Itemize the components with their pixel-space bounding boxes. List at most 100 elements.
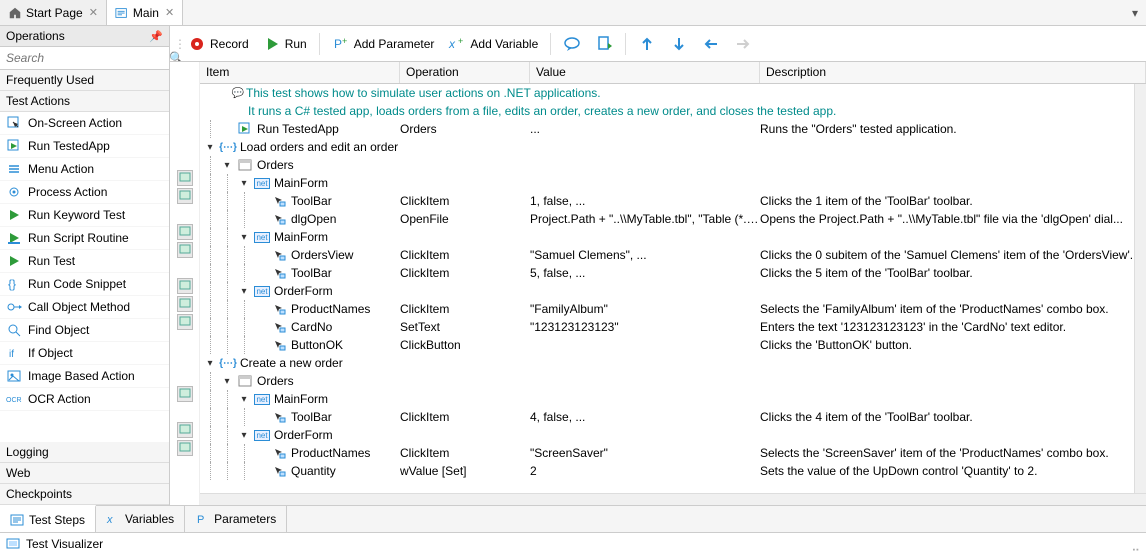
visualizer-thumbnail-icon[interactable] [177, 422, 193, 438]
collapse-icon[interactable]: ▾ [204, 142, 216, 153]
variables-icon: x [106, 512, 120, 526]
grid-row[interactable]: dlgOpenOpenFileProject.Path + "..\\MyTab… [200, 210, 1146, 228]
grid-row[interactable]: ProductNamesClickItem"ScreenSaver"Select… [200, 444, 1146, 462]
visualizer-thumbnail-icon[interactable] [177, 314, 193, 330]
comment-button[interactable] [557, 31, 587, 57]
grid-row[interactable]: ToolBarClickItem4, false, ...Clicks the … [200, 408, 1146, 426]
if-icon: if [6, 345, 22, 361]
visualizer-thumbnail-icon[interactable] [177, 296, 193, 312]
grid-row[interactable]: ▾netOrderForm [200, 426, 1146, 444]
run-button[interactable]: Run [257, 31, 313, 57]
operations-header: Operations 📌 [0, 26, 169, 47]
copy-doc-button[interactable] [589, 31, 619, 57]
tab-parameters[interactable]: P Parameters [185, 506, 287, 532]
operation-cell: Orders [400, 122, 530, 136]
close-icon[interactable]: ✕ [89, 6, 98, 19]
grid-row[interactable]: ▾netMainForm [200, 174, 1146, 192]
tab-variables[interactable]: x Variables [96, 506, 185, 532]
collapse-icon[interactable]: ▾ [221, 160, 233, 171]
grid-row[interactable]: QuantitywValue [Set]2Sets the value of t… [200, 462, 1146, 480]
grid-row[interactable]: ToolBarClickItem1, false, ...Clicks the … [200, 192, 1146, 210]
tabs-dropdown-icon[interactable]: ▾ [1124, 0, 1146, 25]
action-image-based-action[interactable]: Image Based Action [0, 365, 169, 388]
grid-row[interactable]: ProductNamesClickItem"FamilyAlbum"Select… [200, 300, 1146, 318]
visualizer-thumbnail-icon[interactable] [177, 170, 193, 186]
move-down-button[interactable] [664, 31, 694, 57]
window-icon [237, 158, 253, 172]
record-button[interactable]: Record [182, 31, 255, 57]
add-variable-button[interactable]: x+ Add Variable [442, 31, 544, 57]
grid-row[interactable]: ▾netMainForm [200, 390, 1146, 408]
category-logging[interactable]: Logging [0, 442, 169, 463]
operations-panel: Operations 📌 🔍 Frequently Used Test Acti… [0, 26, 170, 505]
action-process-action[interactable]: Process Action [0, 181, 169, 204]
item-label: ToolBar [291, 194, 332, 208]
action-find-object[interactable]: Find Object [0, 319, 169, 342]
action-on-screen-action[interactable]: On-Screen Action [0, 112, 169, 135]
grid-row[interactable]: ToolBarClickItem5, false, ...Clicks the … [200, 264, 1146, 282]
category-frequently-used[interactable]: Frequently Used [0, 70, 169, 91]
grid-row[interactable]: Run TestedAppOrders...Runs the "Orders" … [200, 120, 1146, 138]
search-input[interactable] [4, 49, 165, 67]
visualizer-thumbnail-icon[interactable] [177, 242, 193, 258]
category-checkpoints[interactable]: Checkpoints [0, 484, 169, 505]
grid-row[interactable]: ▾{⋯}Create a new order [200, 354, 1146, 372]
collapse-icon[interactable]: ▾ [221, 376, 233, 387]
column-description[interactable]: Description [760, 62, 1146, 83]
grid-row[interactable]: ▾Orders [200, 156, 1146, 174]
visualizer-thumbnail-icon[interactable] [177, 278, 193, 294]
grid-row[interactable]: ▾netMainForm [200, 228, 1146, 246]
tab-main[interactable]: Main ✕ [107, 0, 183, 25]
collapse-icon[interactable]: ▾ [238, 178, 250, 189]
column-operation[interactable]: Operation [400, 62, 530, 83]
column-value[interactable]: Value [530, 62, 760, 83]
item-label: Orders [257, 374, 294, 388]
action-menu-action[interactable]: Menu Action [0, 158, 169, 181]
grid-row[interactable]: ▾ Orders [200, 372, 1146, 390]
action-label: Run Test [28, 254, 75, 268]
grid-row[interactable]: ▾{⋯}Load orders and edit an order [200, 138, 1146, 156]
action-run-keyword-test[interactable]: Run Keyword Test [0, 204, 169, 227]
action-call-object-method[interactable]: Call Object Method [0, 296, 169, 319]
action-run-code-snippet[interactable]: {}Run Code Snippet [0, 273, 169, 296]
description-cell: Clicks the 'ButtonOK' button. [760, 338, 1146, 352]
image-icon [6, 368, 22, 384]
collapse-icon[interactable]: ▾ [238, 394, 250, 405]
grid-row[interactable]: OrdersViewClickItem"Samuel Clemens", ...… [200, 246, 1146, 264]
tab-start-page[interactable]: Start Page ✕ [0, 0, 107, 25]
tab-test-steps[interactable]: Test Steps [0, 505, 96, 532]
pin-icon[interactable]: 📌 [149, 30, 163, 43]
cursor-s-icon [271, 410, 287, 424]
collapse-icon[interactable]: ▾ [238, 286, 250, 297]
action-if-object[interactable]: ifIf Object [0, 342, 169, 365]
action-run-testedapp[interactable]: Run TestedApp [0, 135, 169, 158]
vertical-scrollbar[interactable] [1134, 84, 1146, 493]
visualizer-thumbnail-icon[interactable] [177, 224, 193, 240]
category-web[interactable]: Web [0, 463, 169, 484]
item-label: MainForm [274, 176, 328, 190]
home-icon [8, 6, 22, 20]
outdent-button[interactable] [696, 31, 726, 57]
grid-row[interactable]: ▾netOrderForm [200, 282, 1146, 300]
resize-grip-icon[interactable]: ⣀ [1131, 537, 1140, 551]
grid-row[interactable]: CardNoSetText"123123123123"Enters the te… [200, 318, 1146, 336]
collapse-icon[interactable]: ▾ [204, 358, 216, 369]
operation-cell: ClickItem [400, 266, 530, 280]
collapse-icon[interactable]: ▾ [238, 232, 250, 243]
action-run-test[interactable]: Run Test [0, 250, 169, 273]
column-item[interactable]: Item [200, 62, 400, 83]
grid-row[interactable]: ButtonOKClickButtonClicks the 'ButtonOK'… [200, 336, 1146, 354]
grid-body[interactable]: 💬 This test shows how to simulate user a… [200, 84, 1146, 493]
move-up-button[interactable] [632, 31, 662, 57]
collapse-icon[interactable]: ▾ [238, 430, 250, 441]
action-run-script-routine[interactable]: Run Script Routine [0, 227, 169, 250]
add-parameter-button[interactable]: P+ Add Parameter [326, 31, 441, 57]
visualizer-thumbnail-icon[interactable] [177, 386, 193, 402]
visualizer-thumbnail-icon[interactable] [177, 440, 193, 456]
horizontal-scrollbar[interactable] [200, 493, 1146, 505]
action-ocr-action[interactable]: OCROCR Action [0, 388, 169, 411]
close-icon[interactable]: ✕ [165, 6, 174, 19]
category-test-actions[interactable]: Test Actions [0, 91, 169, 112]
indent-button[interactable] [728, 31, 758, 57]
visualizer-thumbnail-icon[interactable] [177, 188, 193, 204]
